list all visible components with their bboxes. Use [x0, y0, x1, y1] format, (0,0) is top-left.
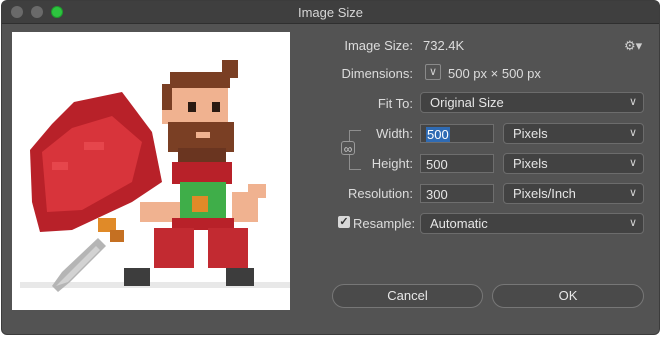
- chevron-down-icon: ∨: [428, 66, 438, 78]
- width-unit-dropdown[interactable]: Pixels ∨: [503, 123, 644, 144]
- dimensions-units-dropdown[interactable]: ∨: [425, 64, 441, 80]
- fit-to-label: Fit To:: [377, 96, 413, 111]
- fit-to-dropdown[interactable]: Original Size ∨: [420, 92, 644, 113]
- width-label: Width:: [376, 126, 413, 141]
- image-size-label: Image Size:: [344, 38, 413, 53]
- chevron-down-icon: ∨: [628, 217, 637, 229]
- image-size-dialog: Image Size ⚙▾ Image Size: 732.4K Dimensi…: [2, 1, 659, 334]
- height-input-value: 500: [426, 157, 448, 172]
- chevron-down-icon: ∨: [628, 96, 637, 108]
- height-input[interactable]: 500: [420, 154, 494, 173]
- resample-value: Automatic: [430, 216, 488, 231]
- height-label: Height:: [371, 156, 413, 171]
- resolution-label: Resolution:: [347, 186, 413, 201]
- resample-dropdown[interactable]: Automatic ∨: [420, 213, 644, 234]
- height-unit-dropdown[interactable]: Pixels ∨: [503, 153, 644, 174]
- chevron-down-icon: ∨: [628, 187, 637, 199]
- dimensions-value: 500 px × 500 px: [448, 66, 541, 81]
- fit-to-value: Original Size: [430, 95, 504, 110]
- cancel-button[interactable]: Cancel: [332, 284, 483, 308]
- resolution-input[interactable]: 300: [420, 184, 494, 203]
- width-input[interactable]: 500: [420, 124, 494, 143]
- dimensions-label: Dimensions:: [341, 66, 413, 81]
- resample-label: Resample:: [353, 216, 416, 231]
- ok-button[interactable]: OK: [492, 284, 644, 308]
- resolution-unit-value: Pixels/Inch: [513, 186, 576, 201]
- resample-checkbox[interactable]: ✓: [338, 216, 350, 228]
- height-unit-value: Pixels: [513, 156, 548, 171]
- image-preview[interactable]: [12, 32, 290, 310]
- resolution-input-value: 300: [426, 187, 448, 202]
- chain-link-icon[interactable]: ∞: [341, 141, 355, 156]
- title-bar: Image Size: [2, 1, 659, 24]
- window-title: Image Size: [297, 5, 364, 20]
- chevron-down-icon: ∨: [628, 127, 637, 139]
- width-input-value: 500: [426, 127, 450, 142]
- chevron-down-icon: ∨: [628, 157, 637, 169]
- resolution-unit-dropdown[interactable]: Pixels/Inch ∨: [503, 183, 644, 204]
- image-size-value: 732.4K: [423, 38, 465, 53]
- gear-icon[interactable]: ⚙▾: [624, 38, 642, 54]
- pixel-art-preview-image: [20, 60, 290, 292]
- width-unit-value: Pixels: [513, 126, 548, 141]
